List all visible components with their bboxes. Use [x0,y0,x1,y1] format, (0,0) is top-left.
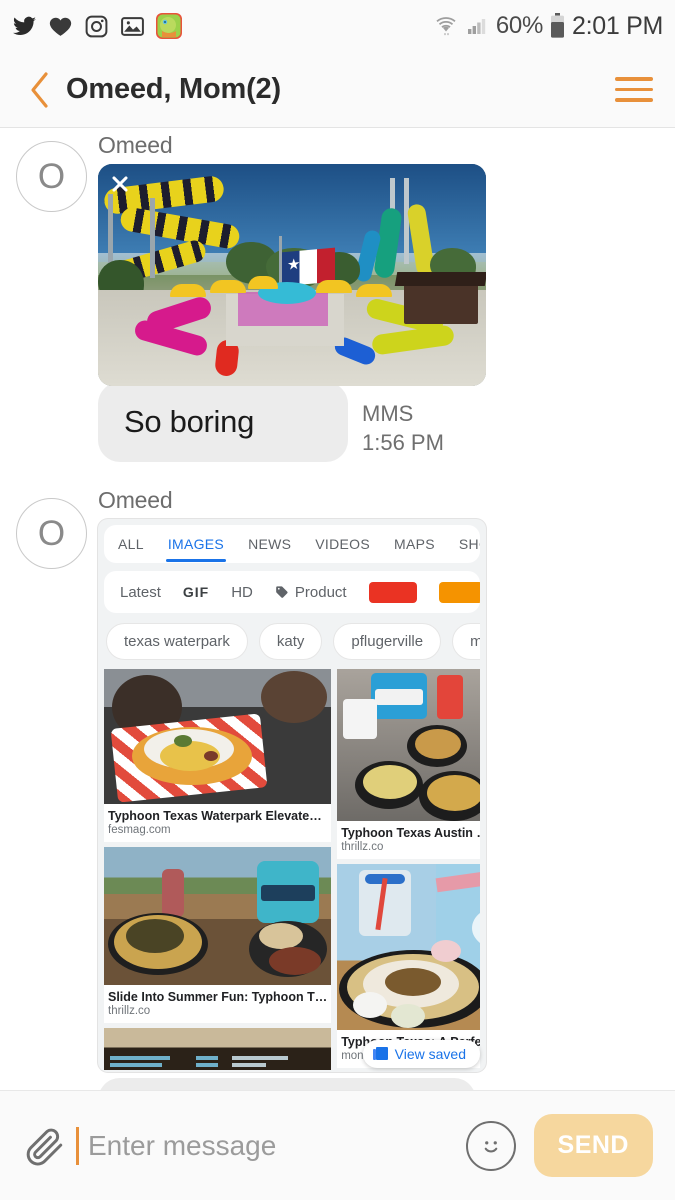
tab-images[interactable]: IMAGES [165,536,227,562]
status-bar-system-icons: 60% 2:01 PM [434,12,663,41]
result-thumbnail-nachos-towel[interactable] [337,864,480,1030]
message-time: 1:56 PM [362,430,444,456]
color-swatch-red[interactable] [368,581,417,603]
mms-image-attachment[interactable] [98,164,486,386]
results-column-right: Typhoon Texas Austin … thrillz.co Typhoo… [337,669,480,1072]
send-button[interactable]: SEND [533,1114,653,1177]
battery-icon [550,13,565,39]
search-tab-bar[interactable]: ALL IMAGES NEWS VIDEOS MAPS SHOPPI [104,525,480,563]
image-result[interactable]: Typhoon Texas Austin … thrillz.co [337,669,480,859]
result-thumbnail-menu-board[interactable] [104,1028,332,1070]
tab-shopping[interactable]: SHOPPI [459,536,480,552]
filter-latest[interactable]: Latest [120,584,161,601]
result-source: thrillz.co [108,1005,151,1017]
game-app-icon [156,13,182,39]
search-suggestion-chips[interactable]: texas waterpark katy pflugerville menu [106,623,480,660]
filter-hd[interactable]: HD [231,584,253,601]
image-result[interactable]: Typhoon Texas: A Perfect Storm f… moneys… [337,864,480,1068]
smiley-icon[interactable] [465,1120,516,1171]
chip-pflugerville[interactable]: pflugerville [333,623,442,660]
tab-videos[interactable]: VIDEOS [315,536,370,552]
tab-maps[interactable]: MAPS [394,536,435,552]
collections-icon [372,1046,388,1062]
chip-texas-waterpark[interactable]: texas waterpark [106,623,248,660]
result-source: fesmag.com [108,824,171,836]
image-result-partial[interactable] [104,1028,332,1070]
heart-icon [48,14,73,39]
hamburger-menu-icon[interactable] [615,77,653,102]
message-list[interactable]: O Omeed ★ So boring MMS 1:56 PM O Omeed … [0,129,675,1090]
status-bar-notification-icons [12,13,182,39]
filter-product-label: Product [294,583,347,601]
battery-percent-label: 60% [495,12,543,39]
message-group-2: O Omeed ALL IMAGES NEWS VIDEOS MAPS SHOP… [0,484,675,1090]
instagram-icon [84,14,109,39]
close-icon[interactable] [108,172,132,196]
message-metadata: MMS 1:56 PM [362,399,444,462]
messaging-app: 60% 2:01 PM Omeed, Mom(2) O Omeed ★ So b… [0,0,675,1200]
chip-menu[interactable]: menu [452,623,480,660]
gallery-icon [120,14,145,39]
result-caption: Typhoon Texas Austin … [341,826,480,840]
tag-icon [276,586,288,598]
chip-katy[interactable]: katy [258,623,323,660]
filter-product[interactable]: Product [275,584,347,601]
avatar[interactable]: O [16,141,87,212]
message-bubble[interactable]: Ewwww Gross [98,1078,476,1090]
view-saved-label: View saved [394,1046,466,1062]
result-thumbnail-food-tray[interactable] [337,669,480,821]
image-result[interactable]: Typhoon Texas Waterpark Elevate… fesmag.… [104,669,332,842]
image-results-grid[interactable]: Typhoon Texas Waterpark Elevate… fesmag.… [104,669,480,1072]
google-images-screenshot[interactable]: ALL IMAGES NEWS VIDEOS MAPS SHOPPI Lates… [98,519,486,1072]
back-chevron-icon[interactable] [22,70,56,110]
sender-name: Omeed [98,132,173,158]
search-filter-bar[interactable]: Latest GIF HD Product [104,571,480,613]
paperclip-icon[interactable] [22,1123,68,1169]
message-bubble[interactable]: So boring [98,382,348,462]
waterpark-photo [98,164,486,386]
twitter-icon [12,14,37,39]
sender-name: Omeed [98,487,173,513]
message-group-1: O Omeed ★ So boring MMS 1:56 PM [0,129,675,462]
result-thumbnail-nachos-boat[interactable] [104,669,332,804]
status-bar: 60% 2:01 PM [0,0,675,52]
result-source: thrillz.co [341,841,384,853]
avatar[interactable]: O [16,498,87,569]
view-saved-button[interactable]: View saved [362,1040,480,1068]
message-row: So boring MMS 1:56 PM [98,382,675,462]
result-caption: Slide Into Summer Fun: Typhoon T… [108,990,328,1004]
message-text: So boring [124,404,255,439]
conversation-header: Omeed, Mom(2) [0,52,675,128]
image-result[interactable]: Slide Into Summer Fun: Typhoon T… thrill… [104,847,332,1023]
result-thumbnail-nachos-bucket[interactable] [104,847,332,985]
results-column-left: Typhoon Texas Waterpark Elevate… fesmag.… [104,669,332,1072]
tab-news[interactable]: NEWS [248,536,291,552]
message-composer: SEND [0,1090,675,1200]
search-input[interactable] [79,1129,466,1162]
tab-all[interactable]: ALL [118,536,144,552]
message-type-label: MMS [362,400,414,426]
result-caption: Typhoon Texas Waterpark Elevate… [108,809,322,823]
wifi-icon [434,14,458,38]
color-swatch-orange[interactable] [438,581,480,603]
filter-gif[interactable]: GIF [183,584,209,600]
status-bar-clock: 2:01 PM [571,11,663,40]
page-title: Omeed, Mom(2) [66,73,281,105]
cellular-signal-icon [465,14,489,38]
